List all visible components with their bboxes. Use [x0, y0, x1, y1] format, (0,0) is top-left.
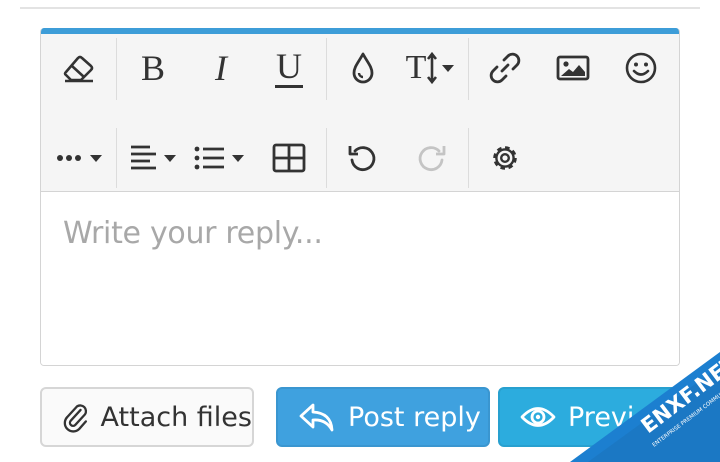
toolbar-separator	[326, 38, 327, 100]
reply-arrow-icon	[299, 403, 334, 432]
image-icon	[556, 55, 590, 81]
toolbar-separator	[116, 128, 117, 188]
undo-icon	[348, 146, 376, 172]
reply-editor: B I U T Write your reply...	[40, 28, 680, 366]
post-reply-button[interactable]: Post reply	[276, 387, 490, 447]
preview-label: Previ	[568, 401, 635, 433]
insert-image-button[interactable]	[551, 46, 595, 90]
gear-icon	[493, 146, 517, 170]
toolbar-separator	[468, 128, 469, 188]
list-button[interactable]	[191, 136, 251, 180]
text-size-icon: T	[405, 49, 427, 86]
insert-table-button[interactable]	[267, 136, 311, 180]
post-reply-label: Post reply	[348, 401, 481, 433]
list-icon	[194, 146, 244, 170]
more-options-button[interactable]	[53, 136, 109, 180]
editor-toolbar: B I U T	[41, 34, 679, 192]
toolbar-separator	[116, 38, 117, 100]
text-color-button[interactable]	[341, 46, 385, 90]
smiley-icon	[625, 52, 657, 84]
remove-format-button[interactable]	[57, 46, 101, 90]
settings-button[interactable]	[483, 136, 527, 180]
redo-icon	[418, 146, 446, 172]
align-left-icon	[131, 145, 176, 170]
underline-button[interactable]: U	[267, 44, 311, 92]
bold-icon: B	[140, 48, 165, 88]
top-divider	[20, 7, 700, 9]
droplet-icon	[352, 52, 374, 84]
toolbar-separator	[326, 128, 327, 188]
more-icon	[57, 155, 102, 162]
eye-icon	[520, 407, 556, 427]
align-button[interactable]	[127, 136, 183, 180]
italic-button[interactable]: I	[199, 46, 243, 90]
attach-files-label: Attach files	[100, 401, 252, 433]
link-button[interactable]	[483, 46, 527, 90]
table-icon	[272, 143, 306, 173]
undo-button[interactable]	[341, 136, 385, 180]
preview-button[interactable]: Previ	[498, 387, 680, 447]
toolbar-separator	[468, 38, 469, 100]
attach-files-button[interactable]: Attach files	[40, 387, 254, 447]
size-arrows-icon	[427, 51, 455, 85]
link-icon	[489, 52, 521, 84]
reply-placeholder: Write your reply...	[63, 216, 323, 251]
underline-bar	[275, 84, 303, 88]
redo-button[interactable]	[409, 136, 453, 180]
italic-icon: I	[215, 48, 227, 88]
bold-button[interactable]: B	[131, 46, 175, 90]
reply-textarea[interactable]: Write your reply...	[41, 192, 679, 365]
smilies-button[interactable]	[619, 46, 663, 90]
underline-icon: U	[276, 45, 302, 86]
paperclip-icon	[63, 404, 88, 433]
eraser-icon	[63, 55, 94, 83]
font-size-button[interactable]: T	[401, 46, 461, 90]
